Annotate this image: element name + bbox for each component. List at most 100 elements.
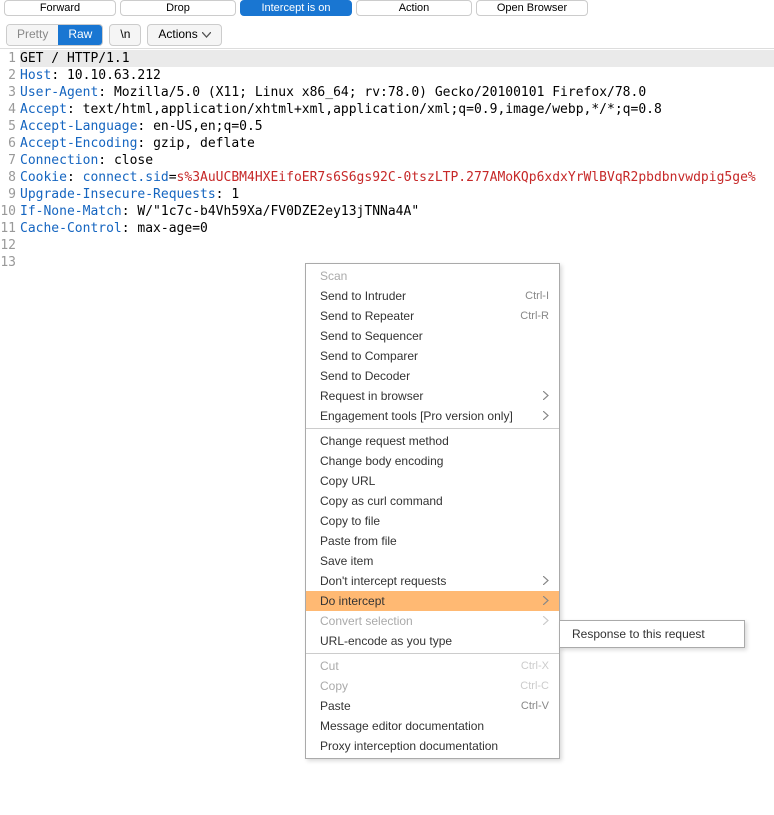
header-name: Cache-Control [20, 221, 122, 236]
newline-toggle-button[interactable]: \n [109, 24, 141, 46]
code-line[interactable]: User-Agent: Mozilla/5.0 (X11; Linux x86_… [20, 84, 774, 101]
menu-item[interactable]: Save item [306, 551, 559, 571]
menu-item-label: Send to Intruder [320, 289, 406, 303]
code-line[interactable]: Host: 10.10.63.212 [20, 67, 774, 84]
menu-item: Convert selection [306, 611, 559, 631]
code-line[interactable]: Connection: close [20, 152, 774, 169]
header-name: Accept [20, 102, 67, 117]
menu-item[interactable]: Change body encoding [306, 451, 559, 471]
code-line[interactable]: Upgrade-Insecure-Requests: 1 [20, 186, 774, 203]
menu-item-label: URL-encode as you type [320, 634, 452, 648]
line-number: 10 [0, 203, 16, 220]
code-line[interactable]: If-None-Match: W/"1c7c-b4Vh59Xa/FV0DZE2e… [20, 203, 774, 220]
menu-item[interactable]: Send to Comparer [306, 346, 559, 366]
menu-item[interactable]: PasteCtrl-V [306, 696, 559, 716]
context-submenu: Response to this request [559, 620, 745, 648]
action-button[interactable]: Action [356, 0, 472, 16]
chevron-right-icon [543, 411, 549, 422]
open-browser-button[interactable]: Open Browser [476, 0, 588, 16]
code-line[interactable]: Cookie: connect.sid=s%3AuUCBM4HXEifoER7s… [20, 169, 774, 186]
menu-item-label: Change body encoding [320, 454, 443, 468]
code-line[interactable]: Accept: text/html,application/xhtml+xml,… [20, 101, 774, 118]
menu-item[interactable]: Don't intercept requests [306, 571, 559, 591]
menu-item[interactable]: Change request method [306, 431, 559, 451]
header-value: max-age=0 [137, 221, 207, 236]
menu-item-label: Send to Comparer [320, 349, 418, 363]
menu-item[interactable]: Copy URL [306, 471, 559, 491]
menu-item[interactable]: Do intercept [306, 591, 559, 611]
code-line[interactable]: Accept-Language: en-US,en;q=0.5 [20, 118, 774, 135]
menu-item[interactable]: Engagement tools [Pro version only] [306, 406, 559, 426]
menu-item[interactable]: Proxy interception documentation [306, 736, 559, 756]
line-number: 11 [0, 220, 16, 237]
header-value: text/html,application/xhtml+xml,applicat… [83, 102, 662, 117]
menu-item-label: Copy as curl command [320, 494, 443, 508]
menu-item[interactable]: Send to IntruderCtrl-I [306, 286, 559, 306]
menu-item-label: Send to Decoder [320, 369, 410, 383]
chevron-right-icon [543, 596, 549, 607]
request-editor[interactable]: 12345678910111213 GET / HTTP/1.1Host: 10… [0, 49, 774, 272]
menu-item[interactable]: URL-encode as you type [306, 631, 559, 651]
chevron-right-icon [543, 391, 549, 402]
intercept-toggle-button[interactable]: Intercept is on [240, 0, 352, 16]
header-value: en-US,en;q=0.5 [153, 119, 263, 134]
code-line[interactable]: Cache-Control: max-age=0 [20, 220, 774, 237]
drop-button[interactable]: Drop [120, 0, 236, 16]
line-number: 5 [0, 118, 16, 135]
header-name: Accept-Encoding [20, 136, 137, 151]
menu-item-label: Message editor documentation [320, 719, 484, 733]
menu-item-label: Scan [320, 269, 347, 283]
header-name: User-Agent [20, 85, 98, 100]
menu-item-label: Cut [320, 659, 339, 673]
header-value: close [114, 153, 153, 168]
line-number: 4 [0, 101, 16, 118]
line-number: 7 [0, 152, 16, 169]
chevron-down-icon [202, 27, 211, 43]
menu-item: Scan [306, 266, 559, 286]
chevron-right-icon [543, 616, 549, 627]
menu-item-label: Change request method [320, 434, 449, 448]
menu-item[interactable]: Paste from file [306, 531, 559, 551]
submenu-item-label: Response to this request [572, 627, 705, 641]
submenu-item[interactable]: Response to this request [560, 623, 744, 645]
actions-label: Actions [158, 27, 197, 43]
menu-item[interactable]: Send to Decoder [306, 366, 559, 386]
menu-item[interactable]: Copy to file [306, 511, 559, 531]
line-number: 3 [0, 84, 16, 101]
menu-section: Change request method Change body encodin… [306, 429, 559, 654]
menu-shortcut: Ctrl-R [520, 310, 549, 322]
menu-item-label: Copy [320, 679, 348, 693]
header-value: W/"1c7c-b4Vh59Xa/FV0DZE2ey13jTNNa4A" [137, 204, 419, 219]
menu-item[interactable]: Send to Sequencer [306, 326, 559, 346]
menu-item-label: Request in browser [320, 389, 423, 403]
line-number: 12 [0, 237, 16, 254]
code-line[interactable] [20, 237, 774, 254]
menu-item[interactable]: Copy as curl command [306, 491, 559, 511]
line-number: 9 [0, 186, 16, 203]
menu-item-label: Send to Repeater [320, 309, 414, 323]
header-name: If-None-Match [20, 204, 122, 219]
line-gutter: 12345678910111213 [0, 49, 20, 272]
menu-item-label: Save item [320, 554, 373, 568]
header-value: gzip, deflate [153, 136, 255, 151]
line-number: 6 [0, 135, 16, 152]
header-name: Host [20, 68, 51, 83]
menu-item: Cut Ctrl-X [306, 656, 559, 676]
code-line[interactable]: GET / HTTP/1.1 [20, 50, 774, 67]
menu-item[interactable]: Message editor documentation [306, 716, 559, 736]
actions-dropdown-button[interactable]: Actions [147, 24, 221, 46]
tab-raw[interactable]: Raw [58, 25, 102, 45]
menu-item-label: Engagement tools [Pro version only] [320, 409, 513, 423]
menu-item[interactable]: Request in browser [306, 386, 559, 406]
chevron-right-icon [543, 576, 549, 587]
main-toolbar: Forward Drop Intercept is on Action Open… [0, 0, 774, 24]
menu-shortcut: Ctrl-X [521, 660, 549, 672]
tab-pretty[interactable]: Pretty [7, 25, 58, 45]
menu-item[interactable]: Send to Repeater Ctrl-R [306, 306, 559, 326]
menu-item-label: Copy to file [320, 514, 380, 528]
code-body[interactable]: GET / HTTP/1.1Host: 10.10.63.212User-Age… [20, 49, 774, 272]
header-name: Cookie [20, 170, 67, 185]
code-line[interactable]: Accept-Encoding: gzip, deflate [20, 135, 774, 152]
menu-item-label: Paste from file [320, 534, 397, 548]
forward-button[interactable]: Forward [4, 0, 116, 16]
